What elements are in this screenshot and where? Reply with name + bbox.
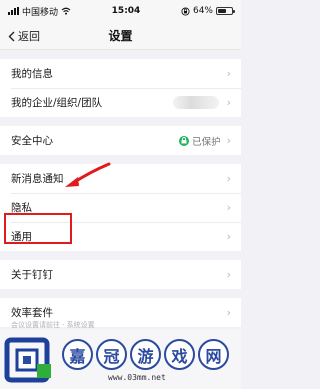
row-my-organization[interactable]: 我的企业/组织/团队 ›: [0, 88, 241, 117]
row-my-info[interactable]: 我的信息 ›: [0, 59, 241, 88]
watermark-char: 戏: [164, 339, 195, 370]
row-label: 通用: [11, 231, 32, 243]
chevron-right-icon: ›: [226, 306, 231, 319]
chevron-right-icon: ›: [226, 268, 231, 281]
status-time: 15:04: [111, 6, 141, 16]
chevron-left-icon: [8, 31, 15, 41]
security-status-label: 已保护: [192, 136, 221, 148]
chevron-right-icon: ›: [226, 96, 231, 109]
settings-group-security: 安全中心 已保护 ›: [0, 126, 241, 155]
signal-icon: [8, 7, 19, 15]
row-label: 我的信息: [11, 68, 53, 80]
blurred-org-name: [172, 96, 219, 109]
row-security-center[interactable]: 安全中心 已保护 ›: [0, 126, 241, 155]
chevron-right-icon: ›: [226, 230, 231, 243]
watermark-char: 冠: [96, 339, 127, 370]
rotation-lock-icon: [181, 6, 190, 16]
row-label: 效率套件: [11, 307, 53, 319]
row-about-dingtalk[interactable]: 关于钉钉 ›: [0, 260, 241, 289]
chevron-right-icon: ›: [226, 172, 231, 185]
footer-hint: 会议设置请前往 · 系统设置: [11, 321, 95, 329]
chevron-right-icon: ›: [226, 67, 231, 80]
row-label: 我的企业/组织/团队: [11, 97, 103, 109]
row-label: 新消息通知: [11, 173, 64, 185]
battery-percent: 64%: [192, 6, 213, 16]
back-label: 返回: [18, 30, 40, 43]
battery-icon: [216, 7, 235, 15]
chevron-right-icon: ›: [226, 201, 231, 214]
carrier-label: 中国移动: [22, 7, 59, 18]
watermark-chars: 嘉 冠 游 戏 网: [62, 339, 229, 370]
status-left: 中国移动: [8, 5, 71, 18]
security-status: 已保护: [179, 134, 221, 148]
nav-bar: 返回 设置: [0, 22, 241, 50]
row-label: 关于钉钉: [11, 269, 53, 281]
watermark-char: 嘉: [62, 339, 93, 370]
settings-group-account: 我的信息 › 我的企业/组织/团队 ›: [0, 59, 241, 117]
chevron-right-icon: ›: [226, 134, 231, 147]
back-button[interactable]: 返回: [8, 22, 40, 50]
status-right: 64%: [181, 6, 235, 16]
settings-group-general: 新消息通知 › 隐私 › 通用 ›: [0, 164, 241, 251]
status-bar: 中国移动 15:04 64%: [0, 0, 241, 22]
red-arrow-annotation: [65, 162, 111, 187]
watermark-url: www.03mm.net: [108, 373, 166, 382]
watermark-char: 游: [130, 339, 161, 370]
wifi-icon: [61, 7, 71, 15]
row-new-message-notification[interactable]: 新消息通知 ›: [0, 164, 241, 193]
row-label: 安全中心: [11, 135, 53, 147]
row-privacy[interactable]: 隐私 ›: [0, 193, 241, 222]
watermark-char: 网: [198, 339, 229, 370]
row-label: 隐私: [11, 202, 32, 214]
watermark-logo-icon: [4, 337, 51, 383]
row-general[interactable]: 通用 ›: [0, 222, 241, 251]
lock-icon: [179, 135, 190, 146]
settings-group-about: 关于钉钉 ›: [0, 260, 241, 289]
